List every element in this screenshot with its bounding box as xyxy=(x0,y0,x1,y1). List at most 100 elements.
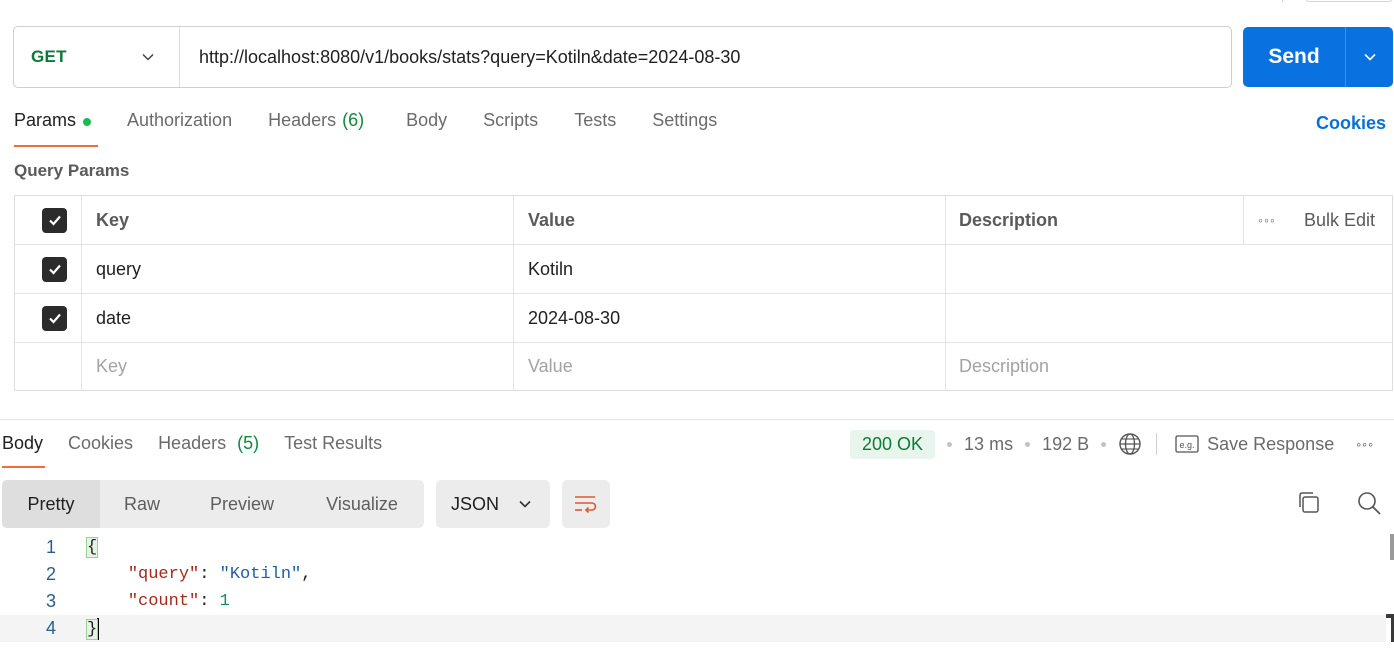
tab-label: Params xyxy=(14,110,77,130)
code-line: 2 "query": "Kotiln", xyxy=(0,561,1386,588)
chevron-down-icon xyxy=(1363,53,1376,61)
key-column-header: Key xyxy=(82,196,514,244)
code-line: 1 { xyxy=(0,534,1386,561)
send-button[interactable]: Send xyxy=(1243,45,1345,69)
tab-label: Headers xyxy=(268,110,337,130)
tab-label: Settings xyxy=(652,110,718,130)
view-preview-button[interactable]: Preview xyxy=(184,480,300,528)
response-size[interactable]: 192 B xyxy=(1042,434,1089,455)
param-description-field[interactable] xyxy=(946,294,1392,342)
tab-authorization[interactable]: Authorization xyxy=(127,110,232,147)
new-description-field[interactable]: Description xyxy=(946,343,1392,390)
example-icon: e.g. xyxy=(1175,435,1199,453)
bulk-edit-button[interactable]: Bulk Edit xyxy=(1304,210,1375,231)
method-selector[interactable]: GET xyxy=(14,27,180,87)
request-tabs: Params Authorization Headers (6) Body Sc… xyxy=(14,110,753,148)
tab-label: Headers xyxy=(158,433,227,453)
send-options-button[interactable] xyxy=(1346,27,1393,87)
query-params-table: Key Value Description ◦◦◦ Bulk Edit quer… xyxy=(14,195,1393,391)
code-text: "query": "Kotiln", xyxy=(127,565,312,584)
select-all-checkbox[interactable] xyxy=(42,207,67,233)
new-key-field[interactable]: Key xyxy=(82,343,514,390)
separator-dot xyxy=(1025,441,1031,447)
response-tabs: Body Cookies Headers (5) Test Results xyxy=(2,433,407,468)
wrap-lines-icon xyxy=(575,496,597,514)
param-key-field[interactable]: query xyxy=(82,245,514,293)
view-raw-button[interactable]: Raw xyxy=(100,480,184,528)
new-param-row: Key Value Description xyxy=(15,343,1392,390)
headers-count: (6) xyxy=(342,110,365,130)
json-key: "query" xyxy=(127,565,200,584)
row-checkbox[interactable] xyxy=(42,305,67,331)
check-icon xyxy=(48,264,61,275)
params-active-dot xyxy=(83,118,92,126)
tab-label: Body xyxy=(406,110,448,130)
new-value-field[interactable]: Value xyxy=(514,343,946,390)
tab-settings[interactable]: Settings xyxy=(652,110,717,147)
code-line-current: 4 } xyxy=(0,615,1386,642)
description-column-header: Description xyxy=(946,196,1244,244)
table-header-row: Key Value Description ◦◦◦ Bulk Edit xyxy=(15,196,1392,245)
table-row: query Kotiln xyxy=(15,245,1392,294)
param-key-field[interactable]: date xyxy=(82,294,514,342)
chevron-down-icon xyxy=(142,53,154,61)
search-icon[interactable] xyxy=(1356,490,1382,516)
tab-params[interactable]: Params xyxy=(14,110,99,147)
view-pretty-button[interactable]: Pretty xyxy=(2,480,100,528)
row-check-cell xyxy=(15,294,82,342)
row-check-cell xyxy=(15,245,82,293)
response-body-editor[interactable]: 1 { 2 "query": "Kotiln", 3 "count": 1 4 … xyxy=(0,534,1386,667)
json-string-value: "Kotiln" xyxy=(219,565,302,584)
response-time[interactable]: 13 ms xyxy=(964,434,1013,455)
row-checkbox[interactable] xyxy=(42,256,67,282)
tab-tests[interactable]: Tests xyxy=(574,110,616,147)
tab-label: Scripts xyxy=(483,110,539,130)
query-params-title: Query Params xyxy=(14,161,130,180)
response-divider xyxy=(0,419,1394,420)
top-environment-selector-edge[interactable] xyxy=(1305,0,1393,2)
chevron-down-icon xyxy=(519,500,531,508)
check-icon xyxy=(48,313,61,324)
status-badge[interactable]: 200 OK xyxy=(850,429,936,459)
tab-response-body[interactable]: Body xyxy=(2,433,46,468)
code-text: "count": 1 xyxy=(127,592,230,611)
param-description-field[interactable] xyxy=(946,245,1392,293)
method-label: GET xyxy=(31,47,67,66)
bulk-edit-cell: ◦◦◦ Bulk Edit xyxy=(1244,196,1392,244)
separator-dot xyxy=(1101,441,1107,447)
more-options-icon[interactable]: ◦◦◦ xyxy=(1258,212,1276,228)
view-visualize-button[interactable]: Visualize xyxy=(300,480,424,528)
tab-body[interactable]: Body xyxy=(406,110,447,147)
value-column-header: Value xyxy=(514,196,946,244)
save-response-label: Save Response xyxy=(1207,433,1335,454)
tab-label: Tests xyxy=(574,110,617,130)
top-divider xyxy=(1282,0,1283,2)
tab-response-cookies[interactable]: Cookies xyxy=(68,433,133,468)
response-headers-count: (5) xyxy=(237,433,260,453)
globe-icon[interactable] xyxy=(1118,432,1142,456)
tab-response-headers[interactable]: Headers (5) xyxy=(158,433,259,468)
param-value-field[interactable]: 2024-08-30 xyxy=(514,294,946,342)
code-line: 3 "count": 1 xyxy=(0,588,1386,615)
more-options-icon[interactable]: ◦◦◦ xyxy=(1356,436,1374,452)
code-text: { xyxy=(85,537,99,558)
tab-test-results[interactable]: Test Results xyxy=(284,433,382,468)
wrap-lines-button[interactable] xyxy=(562,480,610,528)
tab-headers[interactable]: Headers (6) xyxy=(268,110,364,147)
tab-label: Authorization xyxy=(127,110,233,130)
url-input[interactable] xyxy=(180,27,1231,87)
tab-scripts[interactable]: Scripts xyxy=(483,110,538,147)
save-response-button[interactable]: e.g. Save Response xyxy=(1175,434,1334,455)
format-dropdown[interactable]: JSON xyxy=(436,480,550,528)
copy-icon[interactable] xyxy=(1296,490,1322,516)
line-number: 4 xyxy=(45,618,56,638)
line-number: 2 xyxy=(45,564,56,584)
example-badge-text: e.g. xyxy=(1180,440,1195,450)
param-value-field[interactable]: Kotiln xyxy=(514,245,946,293)
view-mode-group: Pretty Raw Preview Visualize xyxy=(2,480,424,528)
code-text: } xyxy=(85,617,100,640)
scrollbar-marker[interactable] xyxy=(1390,534,1394,560)
request-url-bar: GET xyxy=(13,26,1232,88)
cookies-link[interactable]: Cookies xyxy=(1316,113,1386,134)
vertical-divider xyxy=(1156,433,1158,455)
